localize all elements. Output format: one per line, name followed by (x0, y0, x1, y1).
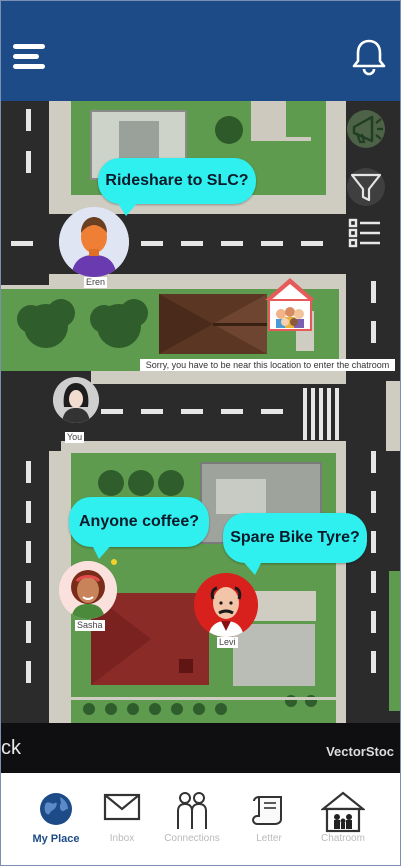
nav-chatroom[interactable]: Chatroom (307, 791, 379, 851)
nav-label-my-place: My Place (32, 833, 80, 845)
post-bubble-rideshare[interactable]: Rideshare to SLC? (98, 158, 256, 216)
hamburger-menu-icon[interactable] (13, 44, 45, 70)
scroll-icon (251, 796, 282, 825)
avatar-eren[interactable] (59, 207, 129, 277)
post-bubble-coffee[interactable]: Anyone coffee? (69, 497, 209, 559)
watermark-bar: ck VectorStoc (1, 723, 400, 773)
globe-icon (40, 793, 72, 825)
list-icon[interactable] (346, 213, 386, 253)
nav-label-connections: Connections (164, 833, 220, 844)
sparkle-icon (111, 559, 117, 565)
avatar-you[interactable] (53, 377, 99, 423)
nav-connections[interactable]: Connections (156, 791, 228, 851)
user-name-you: You (65, 432, 85, 443)
avatar-levi[interactable] (194, 573, 258, 637)
nav-inbox[interactable]: Inbox (86, 791, 158, 851)
envelope-icon (103, 793, 141, 821)
house-people-icon (321, 791, 365, 833)
nav-my-place[interactable]: My Place (20, 791, 92, 851)
user-name-sasha: Sasha (75, 620, 105, 631)
watermark-left: ck (1, 737, 21, 759)
app-frame: Rideshare to SLC? Eren Sorry, you have t… (0, 0, 401, 866)
chatroom-house-icon[interactable] (263, 276, 317, 332)
person-icon (59, 207, 129, 277)
user-name-levi: Levi (217, 637, 238, 648)
nav-label-inbox: Inbox (109, 833, 135, 844)
post-bubble-bike[interactable]: Spare Bike Tyre? (223, 513, 367, 575)
bell-icon[interactable] (349, 37, 389, 77)
nav-letter[interactable]: Letter (233, 791, 305, 851)
post-text: Spare Bike Tyre? (230, 529, 360, 546)
app-header (1, 1, 400, 101)
post-text: Rideshare to SLC? (105, 172, 249, 189)
woman-icon (59, 561, 117, 619)
people-icon (177, 792, 207, 829)
man-icon (194, 573, 258, 637)
location-warning: Sorry, you have to be near this location… (140, 359, 395, 371)
megaphone-icon[interactable] (346, 109, 386, 149)
post-text: Anyone coffee? (78, 513, 199, 530)
nav-label-letter: Letter (256, 833, 282, 844)
bottom-navigation: My Place Inbox Connections Letter Chatro… (1, 773, 400, 865)
nav-label-chatroom: Chatroom (321, 833, 365, 844)
watermark-right: VectorStoc (326, 744, 394, 759)
filter-icon[interactable] (346, 167, 386, 207)
avatar-sasha[interactable] (59, 561, 117, 619)
user-name-eren: Eren (84, 277, 108, 288)
city-map[interactable]: Rideshare to SLC? Eren Sorry, you have t… (1, 101, 400, 723)
woman-icon (53, 377, 99, 423)
